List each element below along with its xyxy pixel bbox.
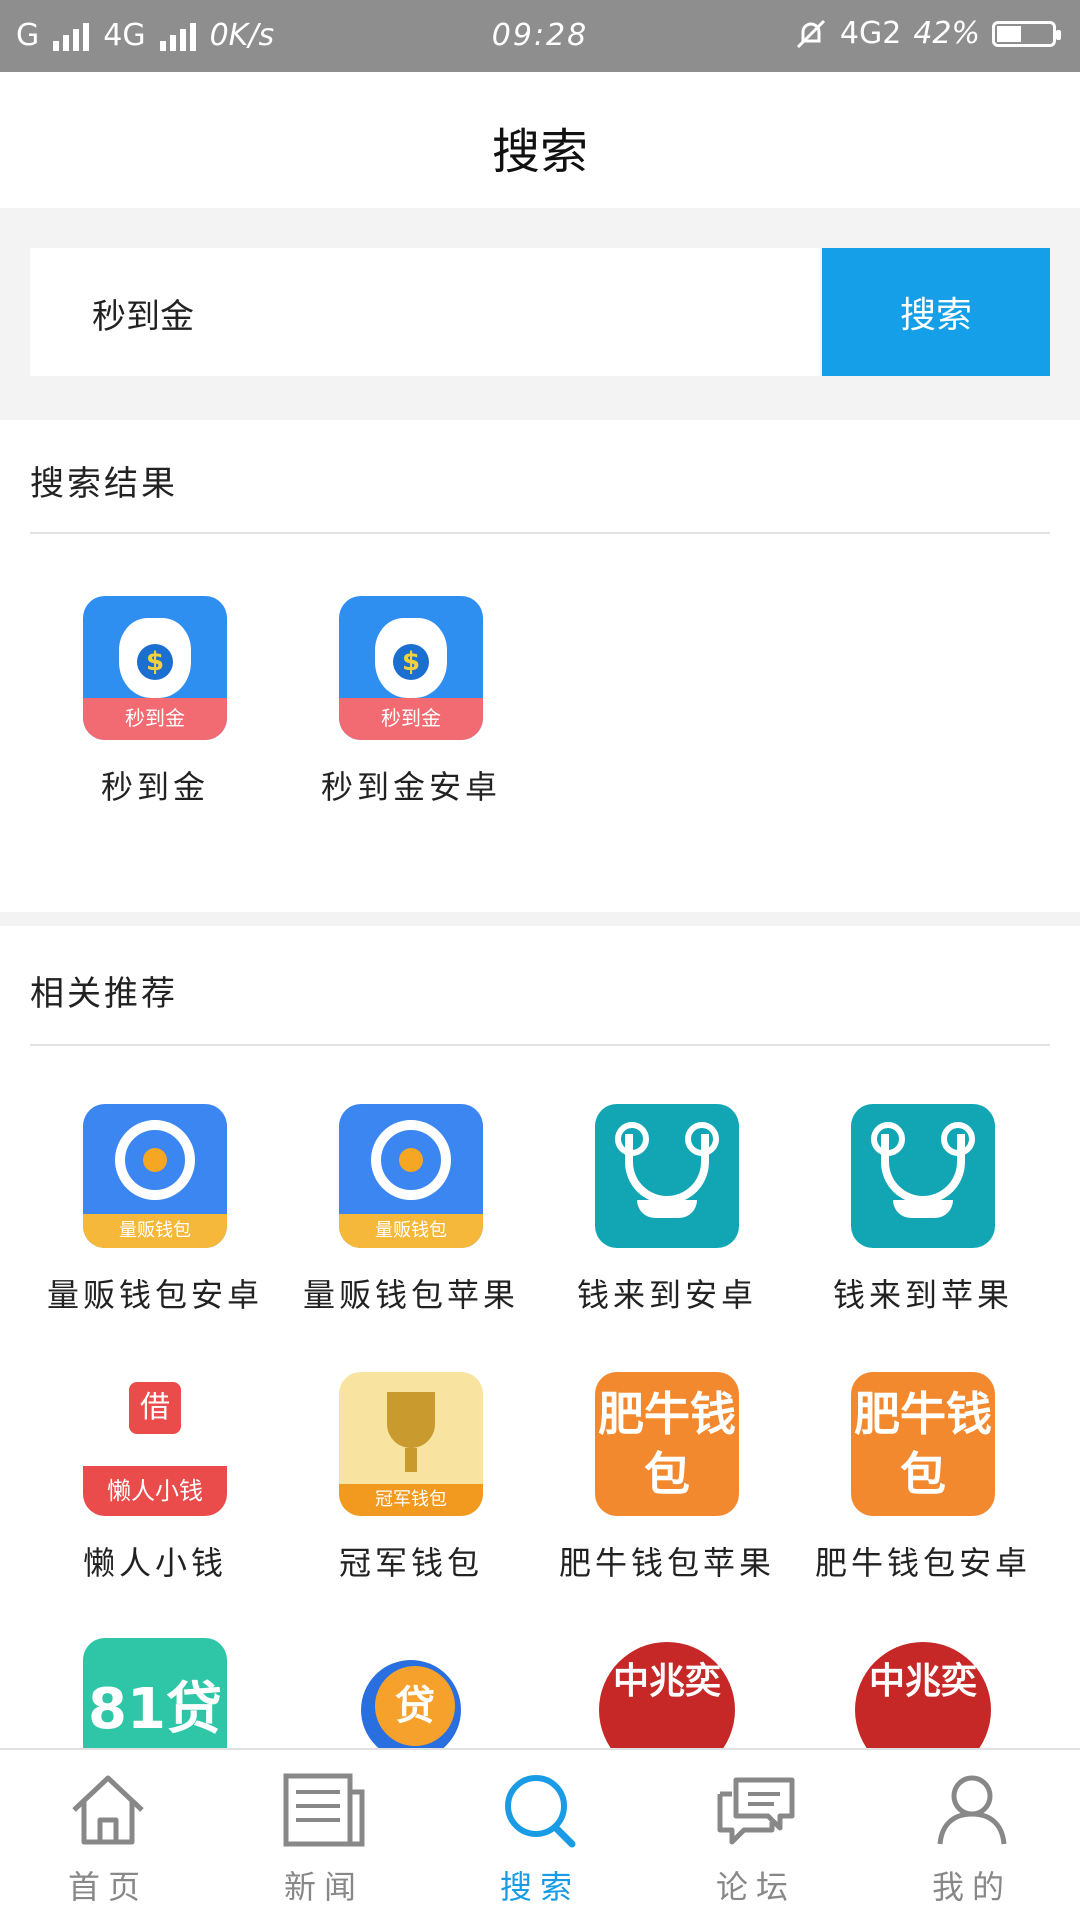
text-logo-icon: 肥牛钱包	[851, 1372, 995, 1516]
app-item[interactable]: 借 懒人小钱 懒人小钱	[27, 1372, 283, 1584]
app-badge: 秒到金	[83, 698, 227, 740]
tab-label: 首页	[67, 1868, 148, 1906]
search-box	[30, 248, 820, 376]
status-bar: G 4G 0K/s 09:28 4G2 42%	[0, 0, 1080, 72]
app-label: 懒人小钱	[82, 1544, 227, 1582]
app-item[interactable]: 冠军钱包 冠军钱包	[283, 1372, 539, 1584]
app-badge: 量贩钱包	[339, 1214, 483, 1248]
tab-bar: 首页 新闻 搜索 论坛 我的	[0, 1748, 1080, 1922]
app-item[interactable]: 中兆奕	[795, 1638, 1051, 1748]
text-logo-icon: 肥牛钱包	[595, 1372, 739, 1516]
tab-news[interactable]: 新闻	[216, 1750, 432, 1922]
dai-logo-text: 贷	[375, 1666, 455, 1746]
search-button[interactable]: 搜索	[822, 248, 1050, 376]
app-item[interactable]: 量贩钱包 量贩钱包苹果	[283, 1104, 539, 1316]
money-bag-icon: $ 秒到金	[339, 596, 483, 740]
app-item[interactable]: 量贩钱包 量贩钱包安卓	[27, 1104, 283, 1316]
app-item[interactable]: 中兆奕	[539, 1638, 795, 1748]
results-title: 搜索结果	[30, 464, 178, 504]
app-label: 秒到金安卓	[320, 768, 501, 806]
app-item[interactable]: 钱来到苹果	[795, 1104, 1051, 1316]
money-bag-icon: $ 秒到金	[83, 596, 227, 740]
recommend-section: 相关推荐 量贩钱包 量贩钱包安卓 量贩钱包 量贩钱包苹果 钱来到安卓 钱来到苹果…	[0, 926, 1080, 1748]
divider	[30, 532, 1050, 534]
app-item[interactable]: 肥牛钱包 肥牛钱包安卓	[795, 1372, 1051, 1584]
tab-home[interactable]: 首页	[0, 1750, 216, 1922]
divider	[30, 1044, 1050, 1046]
app-label: 肥牛钱包苹果	[558, 1544, 775, 1582]
dai-circle-icon: 贷	[339, 1638, 483, 1748]
tab-label: 我的	[931, 1868, 1012, 1906]
app-label: 冠军钱包	[338, 1544, 483, 1582]
mustache-face-icon	[595, 1104, 739, 1248]
battery-percent: 42%	[913, 16, 980, 51]
news-icon	[283, 1773, 365, 1847]
swirl-icon: 量贩钱包	[339, 1104, 483, 1248]
mute-icon	[796, 19, 825, 48]
81-dai-icon: 81贷	[83, 1638, 227, 1748]
recommend-title: 相关推荐	[30, 974, 178, 1014]
app-badge: 秒到金	[339, 698, 483, 740]
tab-search[interactable]: 搜索	[432, 1750, 648, 1922]
user-icon	[937, 1775, 1007, 1845]
zhaoyi-seal-icon: 中兆奕	[595, 1638, 739, 1748]
search-area: 搜索	[0, 208, 1080, 420]
app-label: 量贩钱包安卓	[46, 1276, 263, 1314]
app-badge: 冠军钱包	[339, 1484, 483, 1516]
tab-mine[interactable]: 我的	[864, 1750, 1080, 1922]
app-label: 量贩钱包苹果	[302, 1276, 519, 1314]
tab-forum[interactable]: 论坛	[648, 1750, 864, 1922]
app-badge: 量贩钱包	[83, 1214, 227, 1248]
tab-label: 论坛	[715, 1868, 796, 1906]
page-header: 搜索	[0, 72, 1080, 208]
seal-text: 中兆奕	[855, 1642, 991, 1748]
app-item[interactable]: 贷	[283, 1638, 539, 1748]
borrow-mark: 借	[129, 1382, 181, 1434]
home-icon	[72, 1775, 144, 1845]
app-item[interactable]: $ 秒到金 秒到金安卓	[283, 596, 539, 808]
app-item[interactable]: 81贷	[27, 1638, 283, 1748]
mustache-face-icon	[851, 1104, 995, 1248]
borrow-seal-icon: 借 懒人小钱	[83, 1372, 227, 1516]
app-label: 钱来到苹果	[832, 1276, 1013, 1314]
tab-label: 新闻	[283, 1868, 364, 1906]
app-badge: 懒人小钱	[83, 1466, 227, 1516]
app-item[interactable]: 钱来到安卓	[539, 1104, 795, 1316]
battery-icon	[992, 20, 1061, 47]
trophy-icon: 冠军钱包	[339, 1372, 483, 1516]
page-title: 搜索	[491, 124, 588, 180]
tab-label: 搜索	[499, 1868, 580, 1906]
search-input[interactable]	[90, 282, 794, 344]
chat-icon	[717, 1777, 795, 1845]
seal-text: 中兆奕	[599, 1642, 735, 1748]
app-item[interactable]: $ 秒到金 秒到金	[27, 596, 283, 808]
network-2-label: 4G2	[839, 16, 902, 51]
results-section: 搜索结果 $ 秒到金 秒到金 $ 秒到金 秒到金安卓	[0, 420, 1080, 912]
app-label: 肥牛钱包安卓	[814, 1544, 1031, 1582]
app-item[interactable]: 肥牛钱包 肥牛钱包苹果	[539, 1372, 795, 1584]
app-label: 钱来到安卓	[576, 1276, 757, 1314]
swirl-icon: 量贩钱包	[83, 1104, 227, 1248]
app-label: 秒到金	[100, 768, 209, 806]
search-icon	[505, 1775, 576, 1848]
zhaoyi-seal-icon: 中兆奕	[851, 1638, 995, 1748]
